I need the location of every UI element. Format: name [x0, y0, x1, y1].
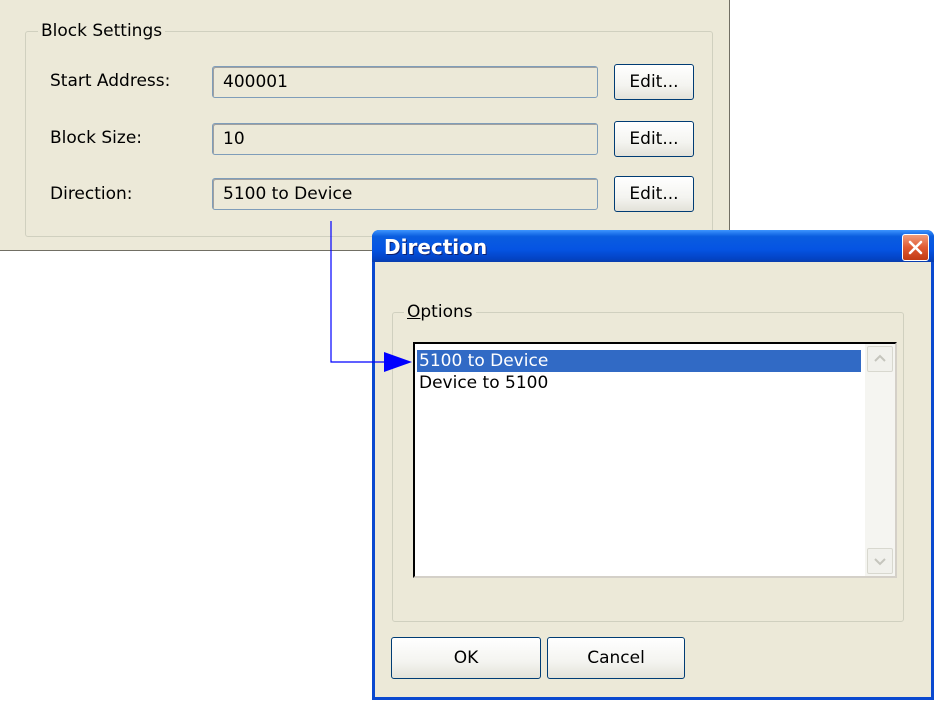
screenshot-stage: Block Settings Start Address: 400001 Edi…: [0, 0, 937, 702]
callout-line: [330, 221, 392, 363]
callout-arrow: [384, 352, 412, 372]
callout-connector: [330, 221, 412, 372]
